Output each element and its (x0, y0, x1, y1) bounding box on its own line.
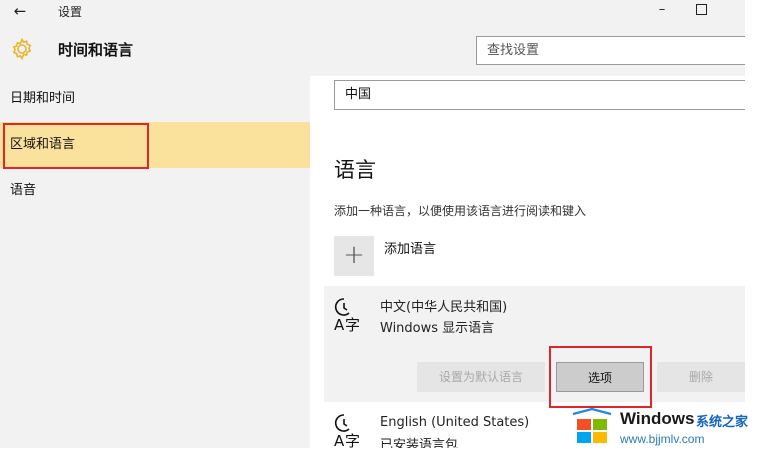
country-region-dropdown[interactable]: 中国 (334, 80, 745, 110)
window-title: 设置 (58, 5, 83, 19)
watermark-brand-cn: 系统之家 (696, 415, 749, 430)
language-icon: A 字 (334, 298, 360, 334)
minimize-icon[interactable]: – (650, 0, 674, 22)
main-content: 中国 语言 添加一种语言，以便使用该语言进行阅读和键入 + 添加语言 A 字 中… (310, 76, 745, 448)
language-status: 已安装语言包 (380, 438, 459, 448)
plus-icon[interactable]: + (334, 236, 374, 276)
options-button[interactable]: 选项 (556, 362, 644, 392)
set-default-language-button[interactable]: 设置为默认语言 (417, 362, 545, 392)
add-language-label[interactable]: 添加语言 (384, 238, 436, 257)
maximize-icon[interactable] (696, 4, 707, 15)
watermark-url: www.bjjmlv.com (620, 432, 705, 446)
language-card-chinese[interactable]: A 字 中文(中华人民共和国) Windows 显示语言 设置为默认语言 选项 … (324, 286, 745, 402)
language-name: 中文(中华人民共和国) (380, 300, 508, 315)
svg-text:A: A (334, 432, 345, 448)
language-icon: A 字 (334, 414, 360, 448)
language-section-title: 语言 (334, 158, 376, 182)
gear-icon (12, 37, 32, 61)
settings-window: ← 设置 – 时间和语言 日期和时间 区域和语言 语音 中国 语言 添加一种语言… (0, 0, 745, 448)
svg-text:A: A (334, 316, 345, 334)
title-bar: ← 设置 – (0, 0, 745, 24)
site-watermark: Windows 系统之家 www.bjjmlv.com (568, 402, 758, 450)
remove-language-button[interactable]: 删除 (657, 362, 745, 392)
sidebar-item-speech[interactable]: 语音 (0, 168, 310, 214)
language-status: Windows 显示语言 (380, 321, 495, 336)
language-name: English (United States) (380, 415, 530, 430)
sidebar-item-date-time[interactable]: 日期和时间 (0, 76, 310, 122)
search-input[interactable] (477, 37, 745, 64)
svg-text:字: 字 (345, 432, 360, 448)
page-title: 时间和语言 (58, 41, 134, 59)
windows-logo-icon (572, 407, 612, 443)
watermark-brand: Windows (620, 409, 695, 428)
svg-text:字: 字 (345, 316, 360, 334)
search-box[interactable] (476, 36, 745, 65)
page-header: 时间和语言 (0, 24, 745, 76)
language-section-description: 添加一种语言，以便使用该语言进行阅读和键入 (334, 204, 587, 218)
back-arrow-icon[interactable]: ← (8, 0, 32, 22)
sidebar-item-region-language[interactable]: 区域和语言 (0, 122, 310, 168)
sidebar: 日期和时间 区域和语言 语音 (0, 76, 310, 448)
